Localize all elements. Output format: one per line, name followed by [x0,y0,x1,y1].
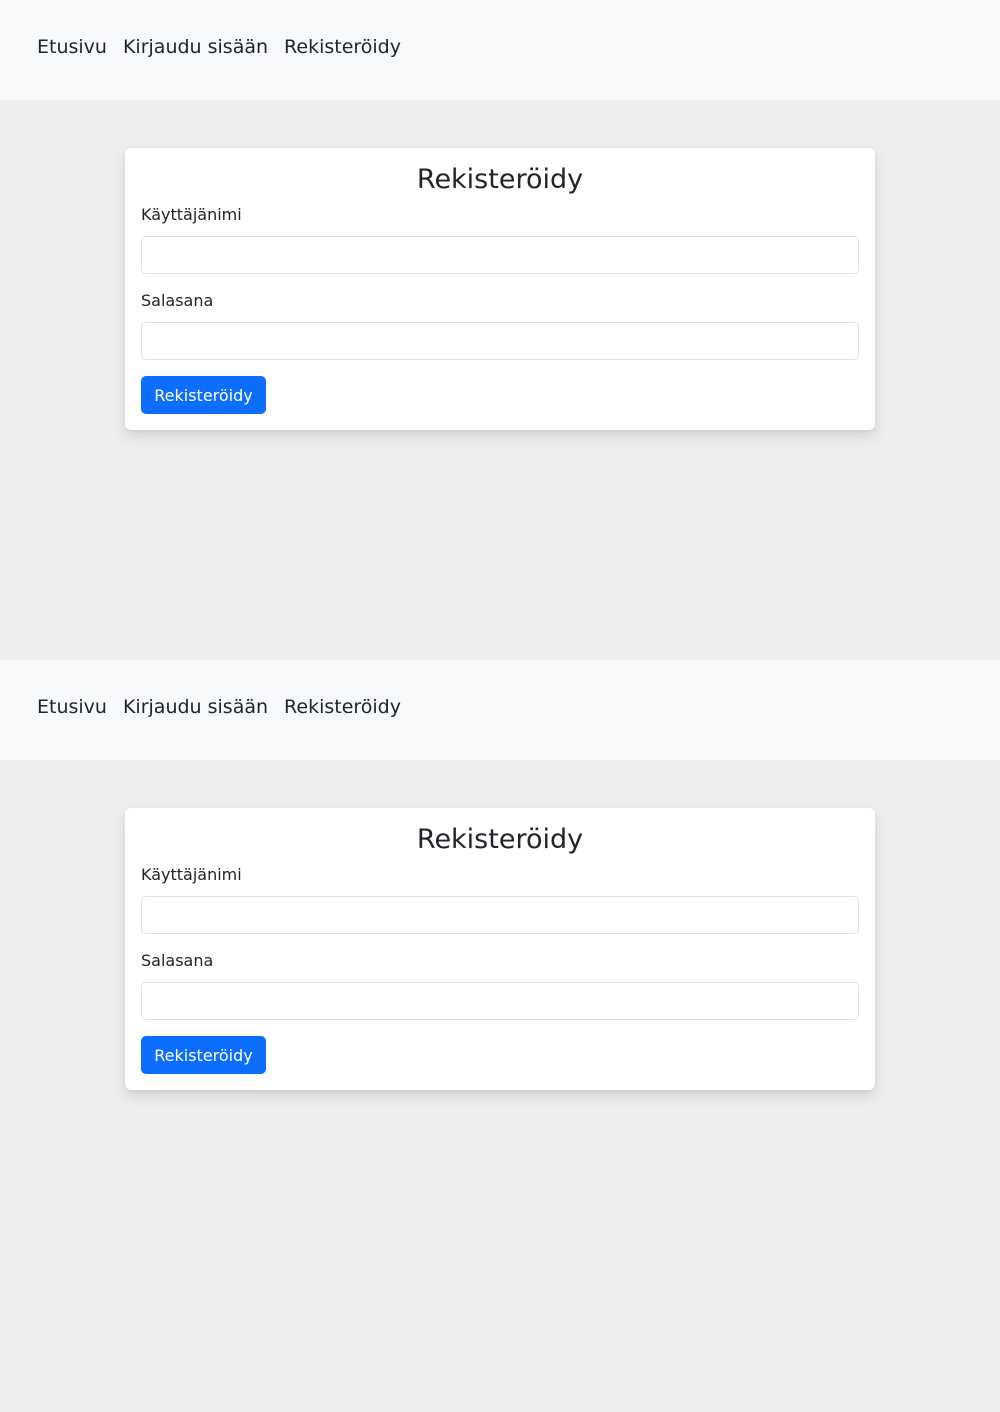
password-label: Salasana [141,291,214,310]
password-input[interactable] [141,322,859,360]
navbar: Etusivu Kirjaudu sisään Rekisteröidy [0,0,1000,100]
username-label: Käyttäjänimi [141,205,242,224]
register-card: Rekisteröidy Käyttäjänimi Salasana Rekis… [125,808,875,1090]
nav-link-home[interactable]: Etusivu [37,697,107,717]
username-label: Käyttäjänimi [141,865,242,884]
username-input[interactable] [141,896,859,934]
page-view-1: Etusivu Kirjaudu sisään Rekisteröidy Rek… [0,0,1000,660]
form-title: Rekisteröidy [416,164,584,195]
navbar: Etusivu Kirjaudu sisään Rekisteröidy [0,660,1000,760]
password-input[interactable] [141,982,859,1020]
nav-link-register[interactable]: Rekisteröidy [284,697,401,717]
nav-link-login[interactable]: Kirjaudu sisään [123,37,268,57]
register-button[interactable]: Rekisteröidy [141,376,266,414]
nav-link-register[interactable]: Rekisteröidy [284,37,401,57]
username-input[interactable] [141,236,859,274]
register-card: Rekisteröidy Käyttäjänimi Salasana Rekis… [125,148,875,430]
nav-link-login[interactable]: Kirjaudu sisään [123,697,268,717]
nav-link-home[interactable]: Etusivu [37,37,107,57]
page-view-2: Etusivu Kirjaudu sisään Rekisteröidy Rek… [0,660,1000,1412]
register-button[interactable]: Rekisteröidy [141,1036,266,1074]
form-title: Rekisteröidy [416,824,584,855]
password-label: Salasana [141,951,214,970]
